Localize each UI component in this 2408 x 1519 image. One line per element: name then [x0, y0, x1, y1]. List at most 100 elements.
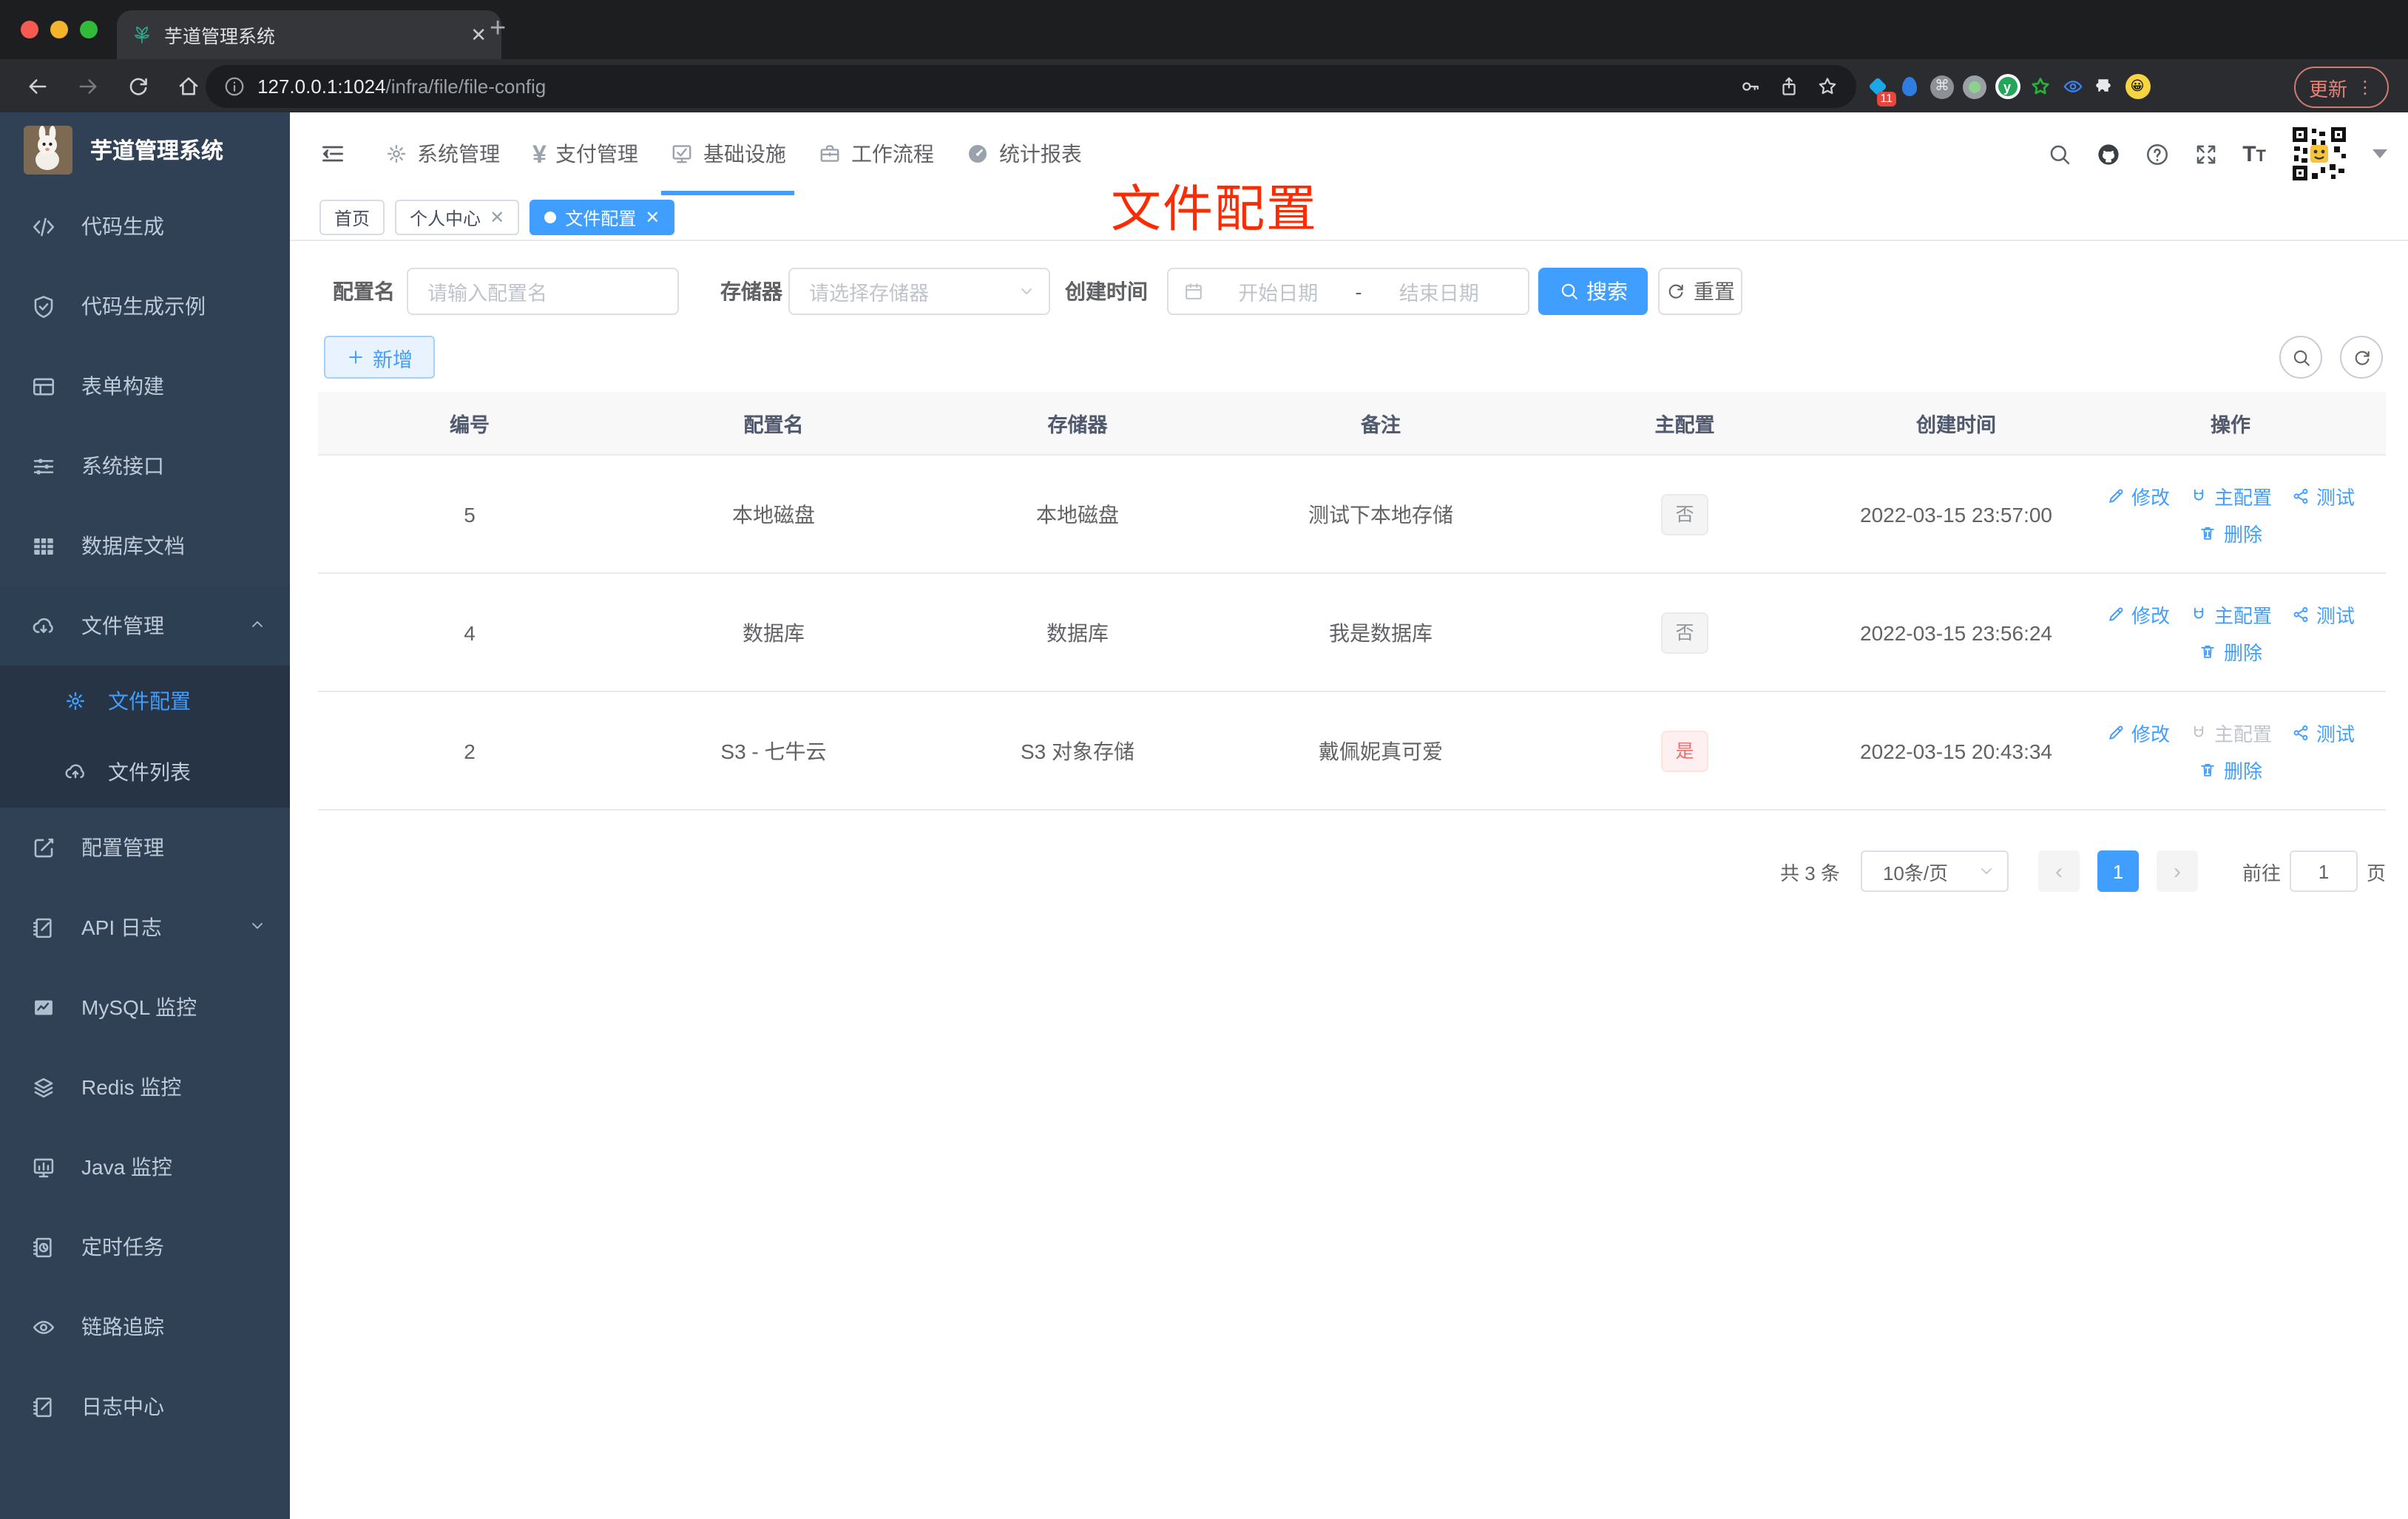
avatar-dropdown-caret-icon[interactable]: [2373, 149, 2387, 158]
tag-close-icon[interactable]: ✕: [490, 207, 504, 228]
sidebar-item-label: Redis 监控: [81, 1075, 182, 1099]
sidebar-item-13[interactable]: 日志中心: [0, 1367, 290, 1447]
trash-icon: [2199, 760, 2218, 779]
date-range-picker[interactable]: 开始日期 - 结束日期: [1167, 268, 1529, 315]
sidebar-item-8[interactable]: MySQL 监控: [0, 967, 290, 1047]
goto-label: 前往: [2242, 862, 2281, 884]
reload-button[interactable]: [126, 73, 151, 98]
update-label: 更新: [2308, 78, 2347, 100]
extension-star-icon[interactable]: [2026, 73, 2053, 100]
forward-button[interactable]: [75, 73, 101, 98]
master-config-link[interactable]: 主配置: [2189, 600, 2272, 628]
config-name-input[interactable]: 请输入配置名: [407, 268, 679, 315]
sidebar-item-9[interactable]: Redis 监控: [0, 1047, 290, 1127]
sidebar-submenu: 文件配置 文件列表: [0, 666, 290, 808]
test-link[interactable]: 测试: [2291, 600, 2355, 628]
sidebar-menu: 代码生成 代码生成示例 表单构建 系统接口 数据库文档 文件管理 文件配置 文件…: [0, 186, 290, 1447]
github-icon[interactable]: [2096, 141, 2121, 166]
sidebar-item-7[interactable]: API 日志: [0, 887, 290, 967]
sidebar-collapse-button[interactable]: [319, 141, 346, 167]
window-zoom-button[interactable]: [80, 21, 98, 38]
top-menu-item-0[interactable]: 系统管理: [368, 112, 516, 195]
cell-created: 2022-03-15 20:43:34: [1837, 691, 2075, 811]
delete-link[interactable]: 删除: [2199, 637, 2262, 665]
tab-close-icon[interactable]: ✕: [470, 23, 487, 47]
extensions-puzzle-icon[interactable]: [2091, 73, 2118, 100]
sidebar-item-6[interactable]: 配置管理: [0, 808, 290, 887]
top-menu-item-2[interactable]: 基础设施: [655, 112, 802, 195]
new-tab-button[interactable]: +: [490, 14, 506, 44]
edit-link[interactable]: 修改: [2106, 600, 2170, 628]
page-content: 配置名 请输入配置名 存储器 请选择存储器 创建时间 开始日期 - 结束日期 搜…: [290, 241, 2408, 1519]
magnifier-icon: [2290, 347, 2311, 368]
sidebar-item-11[interactable]: 定时任务: [0, 1207, 290, 1287]
extension-dot-icon[interactable]: [1961, 73, 1988, 100]
top-menu-item-1[interactable]: ¥ 支付管理: [516, 112, 655, 195]
sidebar-item-label: 系统接口: [81, 454, 164, 478]
help-icon[interactable]: [2145, 141, 2170, 166]
hide-search-button[interactable]: [2279, 336, 2322, 379]
delete-link[interactable]: 删除: [2199, 518, 2262, 547]
password-key-icon[interactable]: [1739, 75, 1762, 98]
sidebar-subitem-1[interactable]: 文件列表: [0, 737, 290, 808]
edit-square-icon: [31, 835, 56, 860]
sidebar-item-5[interactable]: 文件管理: [0, 586, 290, 666]
user-avatar[interactable]: [2290, 124, 2349, 183]
goto-page-input[interactable]: 1: [2289, 850, 2358, 892]
tag-close-icon[interactable]: ✕: [645, 207, 660, 228]
tag-2[interactable]: 文件配置 ✕: [530, 200, 675, 235]
current-page-button[interactable]: 1: [2097, 850, 2139, 892]
share-icon[interactable]: [1778, 75, 1800, 98]
tag-0[interactable]: 首页: [319, 200, 385, 235]
extension-diamond-icon[interactable]: 11: [1864, 73, 1896, 106]
sidebar-item-10[interactable]: Java 监控: [0, 1127, 290, 1207]
site-info-icon[interactable]: [223, 75, 246, 98]
extension-command-icon[interactable]: ⌘: [1929, 73, 1955, 100]
add-button[interactable]: 新增: [324, 336, 435, 379]
sidebar-item-12[interactable]: 链路追踪: [0, 1287, 290, 1367]
bookmark-star-icon[interactable]: [1816, 75, 1839, 98]
tag-1[interactable]: 个人中心 ✕: [395, 200, 520, 235]
test-link[interactable]: 测试: [2291, 718, 2355, 746]
next-page-button[interactable]: ›: [2156, 850, 2198, 892]
sidebar-subitem-0[interactable]: 文件配置: [0, 666, 290, 737]
sidebar-item-4[interactable]: 数据库文档: [0, 506, 290, 586]
address-bar[interactable]: 127.0.0.1:1024/infra/file/file-config: [206, 65, 1856, 108]
sidebar-item-2[interactable]: 表单构建: [0, 346, 290, 426]
master-config-link[interactable]: 主配置: [2189, 481, 2272, 510]
date-separator: -: [1355, 280, 1362, 302]
browser-tab[interactable]: 芋道管理系统 ✕: [117, 10, 501, 59]
fullscreen-icon[interactable]: [2194, 141, 2219, 166]
home-button[interactable]: [176, 73, 201, 98]
font-size-icon[interactable]: TT: [2242, 143, 2266, 165]
profile-avatar-icon[interactable]: 😀: [2124, 73, 2151, 100]
edit-link[interactable]: 修改: [2106, 718, 2170, 746]
search-button[interactable]: 搜索: [1538, 268, 1648, 315]
sidebar-item-1[interactable]: 代码生成示例: [0, 266, 290, 346]
extension-y-icon[interactable]: y: [1994, 73, 2020, 100]
window-minimize-button[interactable]: [50, 21, 68, 38]
top-menu-item-3[interactable]: 工作流程: [802, 112, 950, 195]
refresh-table-button[interactable]: [2340, 336, 2383, 379]
prev-page-button[interactable]: ‹: [2037, 850, 2080, 892]
browser-menu-dots-icon[interactable]: ⋮: [2356, 77, 2374, 98]
top-menu-item-4[interactable]: 统计报表: [950, 112, 1098, 195]
extension-eye-icon[interactable]: [2059, 73, 2086, 100]
search-icon[interactable]: [2047, 141, 2072, 166]
sidebar-item-3[interactable]: 系统接口: [0, 426, 290, 506]
top-menu: 系统管理 ¥ 支付管理 基础设施 工作流程 统计报表: [368, 112, 1098, 195]
master-config-link[interactable]: 主配置: [2189, 718, 2272, 746]
storage-select[interactable]: 请选择存储器: [788, 268, 1050, 315]
edit-link[interactable]: 修改: [2106, 481, 2170, 510]
delete-link[interactable]: 删除: [2199, 755, 2262, 783]
reset-button[interactable]: 重置: [1658, 268, 1742, 315]
window-close-button[interactable]: [21, 21, 38, 38]
sidebar-item-0[interactable]: 代码生成: [0, 186, 290, 266]
sidebar-logo[interactable]: 芋道管理系统: [0, 112, 290, 186]
page-size-select[interactable]: 10条/页: [1860, 850, 2009, 892]
back-button[interactable]: [25, 73, 50, 98]
browser-update-button[interactable]: 更新 ⋮: [2294, 67, 2389, 108]
extension-pin-icon[interactable]: [1896, 73, 1923, 100]
test-link[interactable]: 测试: [2291, 481, 2355, 510]
monitor-icon: [31, 1154, 56, 1180]
